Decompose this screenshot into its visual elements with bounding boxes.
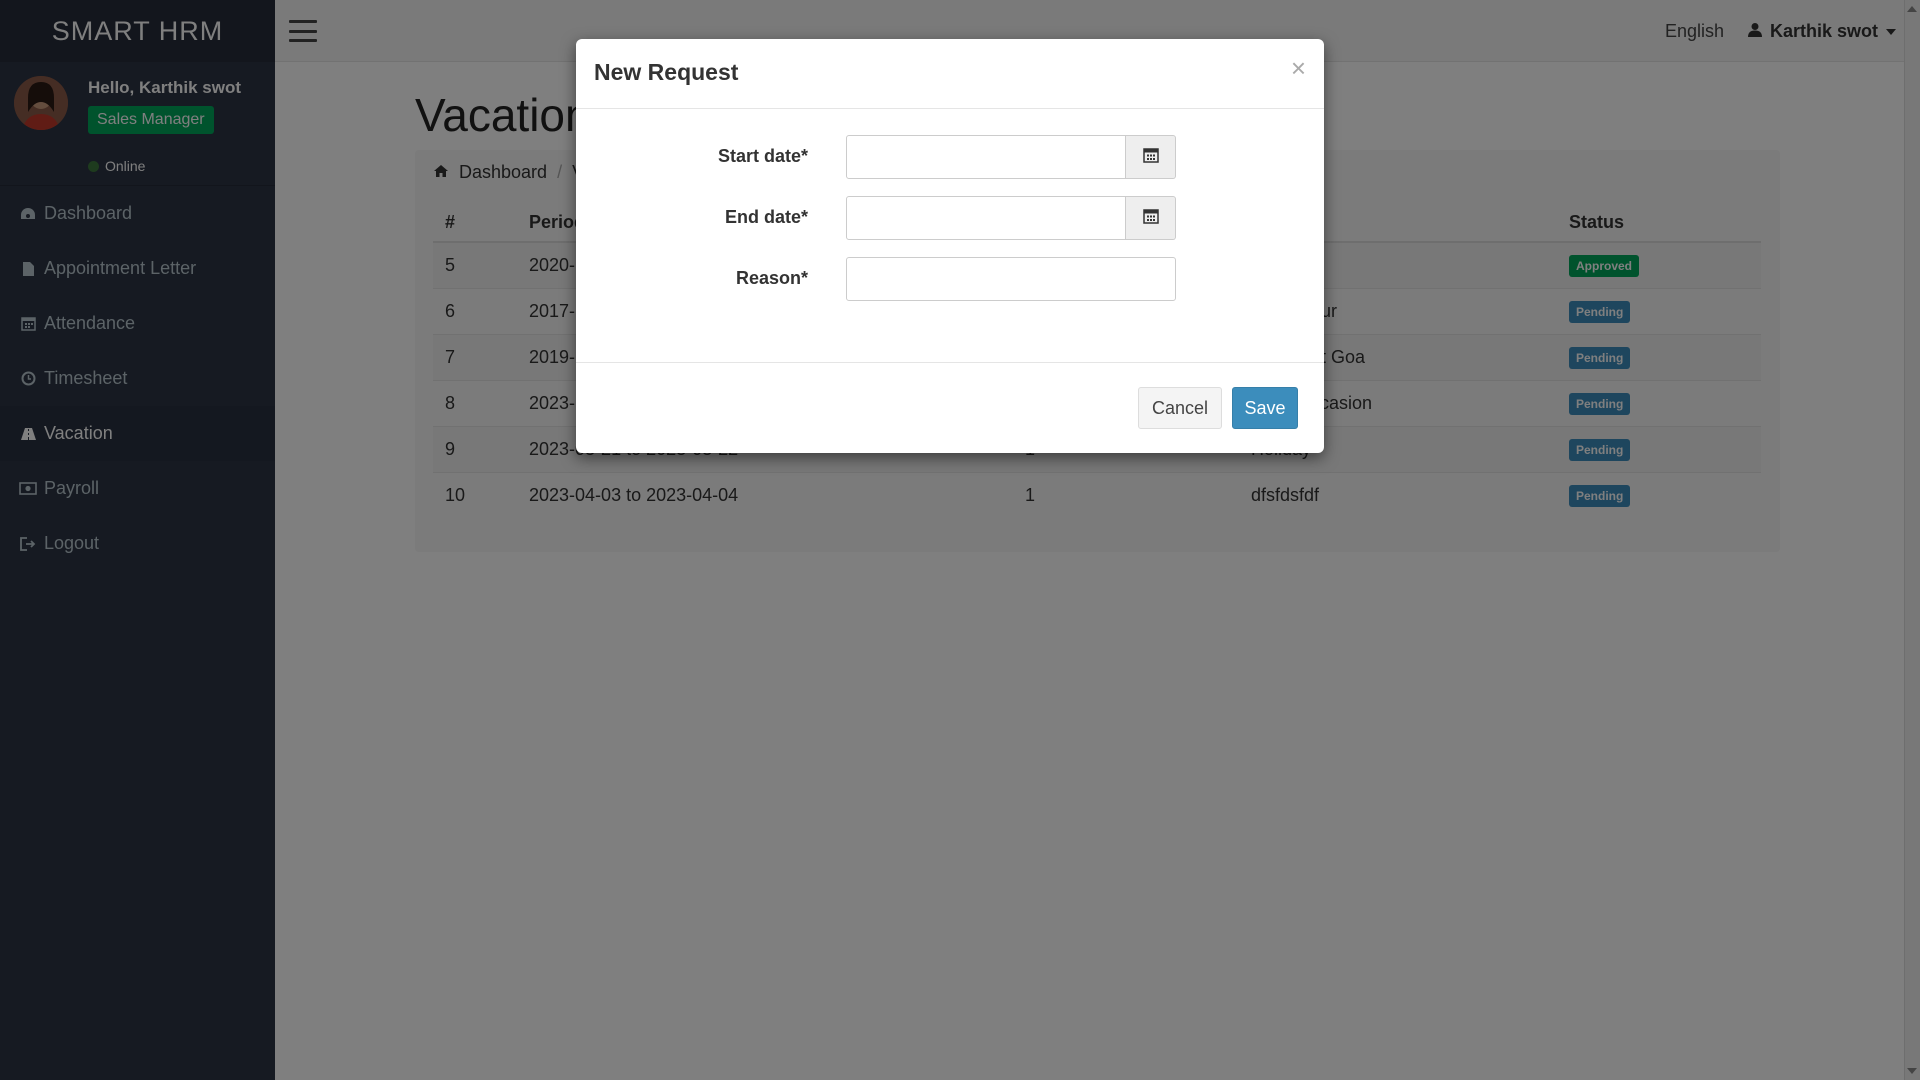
- new-request-modal: New Request × Start date* End date* Reas…: [576, 39, 1324, 453]
- calendar-icon: [1142, 208, 1159, 229]
- end-date-label: End date*: [724, 207, 808, 227]
- modal-header: New Request ×: [576, 39, 1324, 109]
- start-date-input[interactable]: [846, 135, 1126, 179]
- cancel-button[interactable]: Cancel: [1138, 387, 1222, 429]
- end-date-picker-button[interactable]: [1126, 196, 1176, 240]
- end-date-input[interactable]: [846, 196, 1126, 240]
- start-date-picker-button[interactable]: [1126, 135, 1176, 179]
- close-icon[interactable]: ×: [1291, 55, 1306, 81]
- modal-footer: Cancel Save: [576, 363, 1324, 453]
- reason-row: Reason*: [576, 257, 1324, 301]
- modal-body: Start date* End date* Reason*: [576, 109, 1324, 363]
- reason-label: Reason*: [735, 268, 808, 288]
- reason-input[interactable]: [846, 257, 1176, 301]
- save-button[interactable]: Save: [1232, 387, 1298, 429]
- start-date-row: Start date*: [576, 135, 1324, 179]
- start-date-label: Start date*: [717, 146, 808, 166]
- calendar-icon: [1142, 147, 1159, 168]
- end-date-row: End date*: [576, 196, 1324, 240]
- modal-title: New Request: [594, 59, 739, 85]
